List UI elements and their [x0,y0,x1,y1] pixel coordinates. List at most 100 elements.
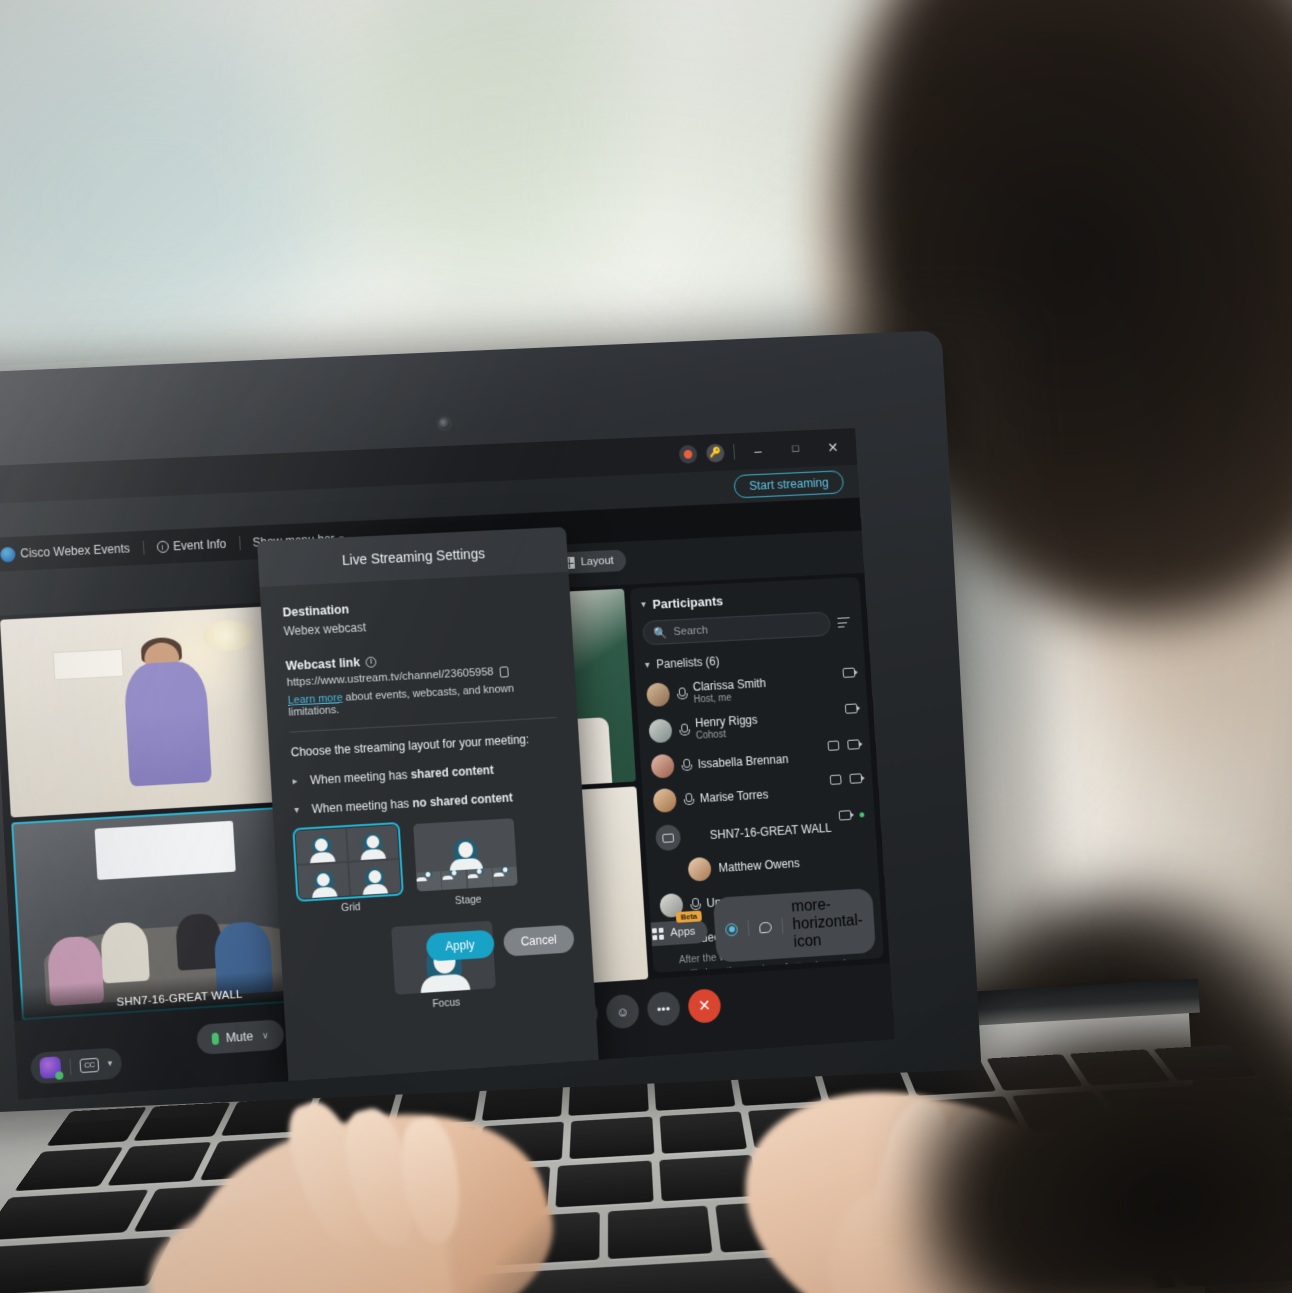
layout-thumbnail-stage [413,818,518,892]
maximize-button[interactable]: □ [781,438,810,461]
panel-title: Participants [652,593,724,612]
reactions-button[interactable]: ☺ [605,993,640,1030]
accordion-no-shared-label: When meeting has no shared content [311,790,514,817]
screen: 🔑 – □ ✕ Start streaming Cisco Webex Even… [0,428,895,1100]
key-badge-icon[interactable]: 🔑 [705,443,725,463]
participant-icons [844,703,858,714]
grid-cell [348,859,401,896]
laptop-lid: 🔑 – □ ✕ Start streaming Cisco Webex Even… [0,330,982,1114]
avatar [646,682,671,708]
accordion-no-shared-content[interactable]: ▾ When meeting has no shared content [294,788,562,817]
sort-icon[interactable] [837,616,852,629]
list-item[interactable]: Clarissa Smith Host, me [646,667,857,708]
copy-icon[interactable] [499,665,509,678]
mute-label: Mute [225,1029,254,1046]
video-icon[interactable] [847,739,860,750]
apply-button[interactable]: Apply [425,929,495,962]
participant-info: Henry Riggs Cohost [695,713,759,742]
assistant-bot-icon[interactable] [39,1056,62,1079]
video-icon[interactable] [838,810,852,821]
share-screen-icon[interactable] [827,740,840,751]
list-item-guest[interactable]: Matthew Owens [687,847,868,882]
decor [122,660,212,787]
start-streaming-button[interactable]: Start streaming [733,470,845,499]
info-icon[interactable]: i [365,655,377,668]
assistant-bar: CC ▾ [29,1047,123,1085]
event-info-button[interactable]: i Event Info [156,537,227,554]
photo-scene: 🔑 – □ ✕ Start streaming Cisco Webex Even… [0,0,1292,1293]
chevron-down-icon: ▾ [640,599,647,611]
device-icon [655,824,682,852]
participant-name: Marise Torres [699,787,769,805]
dark-sleeve [912,1023,1292,1293]
list-item[interactable]: Issabella Brennan [650,739,862,779]
key [555,1160,654,1208]
close-window-button[interactable]: ✕ [818,436,847,458]
closed-caption-icon[interactable]: CC [79,1057,100,1073]
more-horizontal-icon: more-horizontal-icon [790,896,864,951]
list-item-device[interactable]: SHN7-16-GREAT WALL [655,810,866,852]
accordion-shared-content[interactable]: ▸ When meeting has shared content [292,759,560,788]
video-icon[interactable] [849,773,863,784]
app-name: Cisco Webex Events [19,541,131,561]
panel-close-button[interactable]: ✕ [841,577,852,580]
participant-info: Clarissa Smith Host, me [692,676,767,705]
decor [202,618,254,653]
event-info-label: Event Info [172,536,227,554]
microphone-icon [681,759,690,771]
share-screen-icon[interactable] [829,774,842,785]
device-icons [838,809,865,821]
recording-indicator-icon[interactable] [678,444,698,464]
cancel-button[interactable]: Cancel [502,924,575,957]
chevron-down-icon: ▾ [293,804,300,816]
toolbar-more-button[interactable]: ••• [646,990,681,1027]
active-status-icon [859,811,865,817]
divider [142,540,145,555]
end-meeting-button[interactable]: ✕ [687,988,722,1024]
stage-main-cell [413,818,516,872]
panelists-group-header[interactable]: ▾ Panelists (6) [644,647,854,672]
key-caps [0,1236,172,1293]
laptop: 🔑 – □ ✕ Start streaming Cisco Webex Even… [0,0,1292,1293]
key [659,1111,747,1154]
mute-button[interactable]: Mute ∨ [196,1019,285,1056]
panel-header[interactable]: ▾ Participants [641,587,851,612]
webcam-icon [438,417,451,430]
minimize-button[interactable]: – [743,439,772,462]
grid-cell [297,862,350,899]
decor [99,920,151,984]
participant-icons [827,739,860,751]
microphone-icon [679,724,688,736]
layout-options: Grid Stage [292,815,567,917]
chevron-right-icon: ▸ [292,775,298,787]
layout-caption-focus: Focus [432,996,461,1011]
avatar [648,718,673,744]
apps-button[interactable]: Beta Apps [639,910,709,947]
stage-thumb [416,871,442,892]
layout-option-stage[interactable]: Stage [413,818,519,909]
choose-layout-label: Choose the streaming layout for your mee… [290,732,530,760]
device-name: SHN7-16-GREAT WALL [709,821,832,843]
divider [69,1058,72,1075]
avatar [650,753,675,779]
chevron-down-icon[interactable]: ∨ [262,1030,269,1041]
chevron-down-icon[interactable]: ▾ [107,1058,112,1069]
search-input[interactable]: 🔍 Search [642,611,832,646]
meeting-stage: 🔍 Layout [0,526,895,1100]
key-tab [0,1189,149,1241]
participants-toggle-button[interactable] [714,916,749,943]
chat-toggle-button[interactable] [748,915,782,940]
panel-more-button[interactable]: more-horizontal-icon [780,888,876,958]
list-item[interactable]: Henry Riggs Cohost [648,703,859,744]
video-icon[interactable] [844,703,858,714]
video-icon[interactable] [842,667,856,678]
divider [733,444,736,460]
app-brand: Cisco Webex Events [0,541,131,563]
layout-option-grid[interactable]: Grid [292,821,404,917]
decor [94,821,236,881]
grid-cell [346,825,399,862]
list-item[interactable]: Marise Torres [652,773,864,813]
webex-logo-icon [0,546,16,563]
grid-cell [295,828,348,865]
layout-thumbnail-grid [292,821,404,903]
